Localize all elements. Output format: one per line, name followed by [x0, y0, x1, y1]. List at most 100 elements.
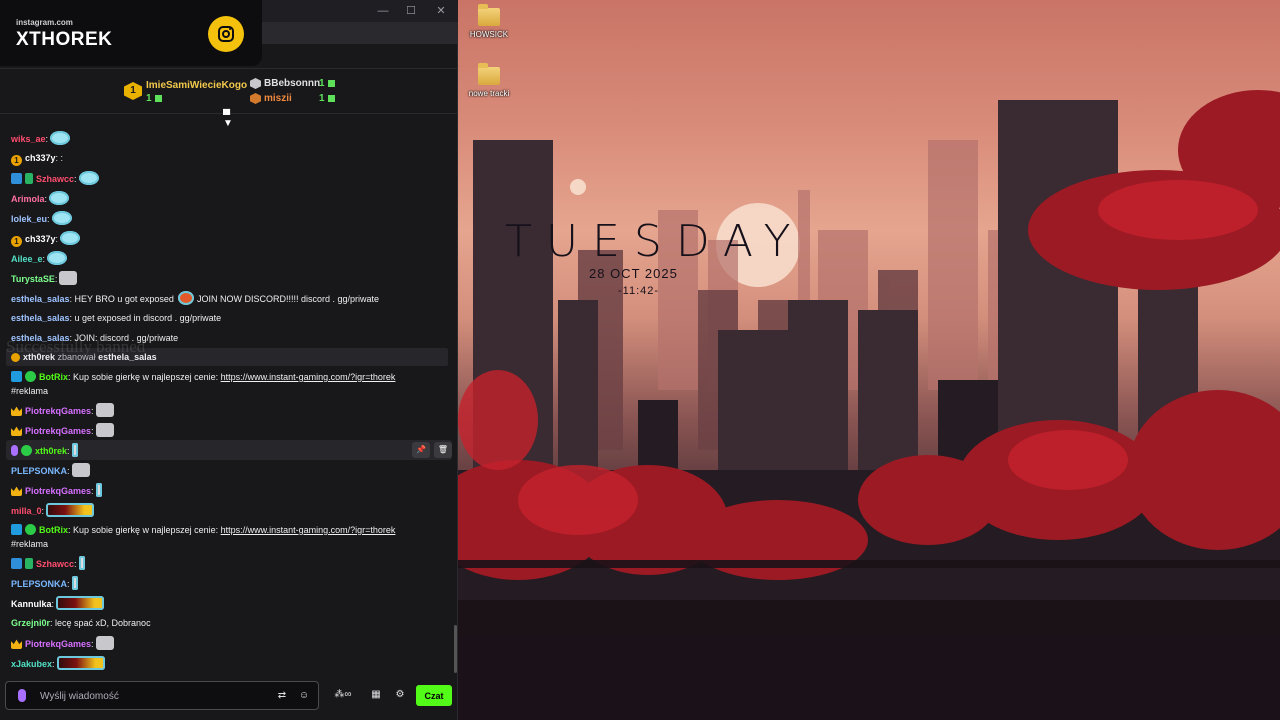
- chat-message: PiotrekqGames:: [11, 423, 448, 438]
- chat-messages: wiks_ae: 1 ch337y: : Szhawcc: Arimola: lo…: [0, 116, 458, 676]
- gold-rank-icon: 1: [124, 82, 142, 100]
- chat-username[interactable]: ch337y: [25, 234, 56, 244]
- instagram-icon: [208, 16, 244, 52]
- crown-badge-icon: [11, 639, 22, 649]
- chat-link[interactable]: https://www.instant-gaming.com/?igr=thor…: [221, 525, 396, 535]
- chat-username[interactable]: PiotrekqGames: [25, 426, 91, 436]
- clock-day: TUESDAY: [505, 216, 805, 267]
- gift-icon: [327, 95, 335, 102]
- chat-username[interactable]: xJakubex: [11, 659, 52, 669]
- leaderboard-count-3: 1: [319, 93, 335, 104]
- emote-icon: [56, 656, 105, 670]
- chat-link[interactable]: https://www.instant-gaming.com/?igr=thor…: [221, 372, 396, 382]
- send-chat-button[interactable]: Czat: [416, 685, 452, 706]
- chat-username[interactable]: lolek_eu: [11, 214, 47, 224]
- bot-badge-icon: [11, 524, 22, 535]
- desktop-icon-nowe-tracki[interactable]: nowe tracki: [458, 63, 521, 98]
- bronze-rank-icon: [250, 93, 261, 104]
- store-icon[interactable]: ▦: [368, 688, 384, 702]
- chat-input-box[interactable]: ⇄ ☺: [5, 681, 319, 710]
- emote-icon: [51, 211, 72, 225]
- minimize-button[interactable]: —: [376, 4, 390, 18]
- microphone-icon[interactable]: [18, 689, 26, 702]
- chat-message: TurystaSE:: [11, 271, 448, 286]
- emote-icon: [95, 403, 114, 417]
- gift-icon: [327, 80, 335, 87]
- translate-icon[interactable]: ⇄: [275, 689, 289, 703]
- emote-icon: [71, 463, 90, 477]
- chat-message-input[interactable]: [40, 687, 260, 705]
- coin-badge-icon: 1: [11, 236, 22, 247]
- overlay-site: instagram.com: [16, 18, 73, 27]
- ban-ghost-text: Successfully banned: [6, 337, 146, 356]
- maximize-button[interactable]: ☐: [404, 4, 418, 18]
- chat-username[interactable]: PiotrekqGames: [25, 639, 91, 649]
- emoji-icon[interactable]: ☺: [297, 689, 311, 703]
- chat-message: wiks_ae:: [11, 131, 448, 146]
- leaderboard-count-2: 1: [319, 78, 335, 89]
- emote-icon: [49, 191, 70, 205]
- chat-message: Kannulka:: [11, 596, 448, 611]
- chat-message: BotRix: Kup sobie gierkę w najlepszej ce…: [11, 524, 396, 549]
- city-skyline-illustration: [458, 90, 1280, 720]
- chat-username[interactable]: Ailee_e: [11, 254, 43, 264]
- chat-username[interactable]: Grzejni0r: [11, 618, 50, 628]
- clock-time: -11:42-: [618, 285, 660, 297]
- chat-username[interactable]: milla_0: [11, 506, 42, 516]
- emote-icon: [95, 423, 114, 437]
- chat-username[interactable]: esthela_salas: [11, 294, 70, 304]
- chat-username[interactable]: esthela_salas: [11, 313, 70, 323]
- chat-message: xJakubex:: [11, 656, 448, 671]
- crown-badge-icon: [11, 486, 22, 496]
- crown-badge-icon: [11, 426, 22, 436]
- chat-username[interactable]: PLEPSONKA: [11, 579, 67, 589]
- chat-message: lolek_eu:: [11, 211, 448, 226]
- chat-username[interactable]: Szhawcc: [36, 174, 74, 184]
- chat-message: PiotrekqGames:: [11, 483, 448, 498]
- chat-username[interactable]: PiotrekqGames: [25, 486, 91, 496]
- leaderboard-name-1[interactable]: ImieSamiWiecieKogo: [146, 80, 247, 91]
- sub-badge-icon: [11, 558, 22, 569]
- chat-message: PiotrekqGames:: [11, 403, 448, 418]
- coin-badge-icon: 1: [11, 155, 22, 166]
- chat-username[interactable]: xth0rek: [35, 446, 67, 456]
- screen: HOWSICK nowe tracki TUESDAY 28 OCT 2025 …: [0, 0, 1280, 720]
- chat-username[interactable]: wiks_ae: [11, 134, 46, 144]
- chat-message: milla_0:: [11, 503, 448, 518]
- gift-icon: [154, 95, 162, 102]
- leaderboard-name-3[interactable]: miszii: [264, 93, 292, 104]
- leaderboard-name-2[interactable]: BBebsonnn: [264, 78, 320, 89]
- close-button[interactable]: ✕: [434, 4, 448, 18]
- emote-icon: [95, 636, 114, 650]
- folder-icon: [478, 63, 500, 85]
- chat-username[interactable]: BotRix: [39, 372, 68, 382]
- chat-message: PLEPSONKA:: [11, 576, 448, 591]
- overlay-handle: XTHOREK: [16, 29, 113, 50]
- sub-badge-icon: [11, 173, 22, 184]
- chat-username[interactable]: TurystaSE: [11, 274, 55, 284]
- chat-username[interactable]: PLEPSONKA: [11, 466, 67, 476]
- gear-icon[interactable]: ⚙: [392, 688, 408, 702]
- chat-scrollbar[interactable]: [454, 625, 457, 673]
- chat-username[interactable]: BotRix: [39, 525, 68, 535]
- chat-message: 1 ch337y:: [11, 231, 448, 247]
- emote-icon: [50, 131, 71, 145]
- gift-badge-icon: [25, 173, 33, 184]
- folder-icon: [478, 4, 500, 26]
- chat-username[interactable]: Kannulka: [11, 599, 52, 609]
- silver-rank-icon: [250, 78, 261, 89]
- verified-badge-icon: [25, 371, 36, 382]
- emote-icon: [56, 596, 105, 610]
- chat-username[interactable]: ch337y: [25, 153, 56, 163]
- leaderboard-count-1: 1: [146, 93, 162, 104]
- emote-icon: [71, 443, 78, 457]
- chat-message: 1 ch337y: :: [11, 151, 448, 166]
- chat-message: Szhawcc:: [11, 171, 448, 186]
- chat-username[interactable]: Arimola: [11, 194, 45, 204]
- share-link-icon[interactable]: ⁂∞: [330, 688, 356, 702]
- chat-username[interactable]: Szhawcc: [36, 559, 74, 569]
- desktop-icon-howsick[interactable]: HOWSICK: [458, 4, 521, 39]
- chat-message: BotRix: Kup sobie gierkę w najlepszej ce…: [11, 371, 396, 396]
- clock-date: 28 OCT 2025: [589, 266, 678, 281]
- chat-username[interactable]: PiotrekqGames: [25, 406, 91, 416]
